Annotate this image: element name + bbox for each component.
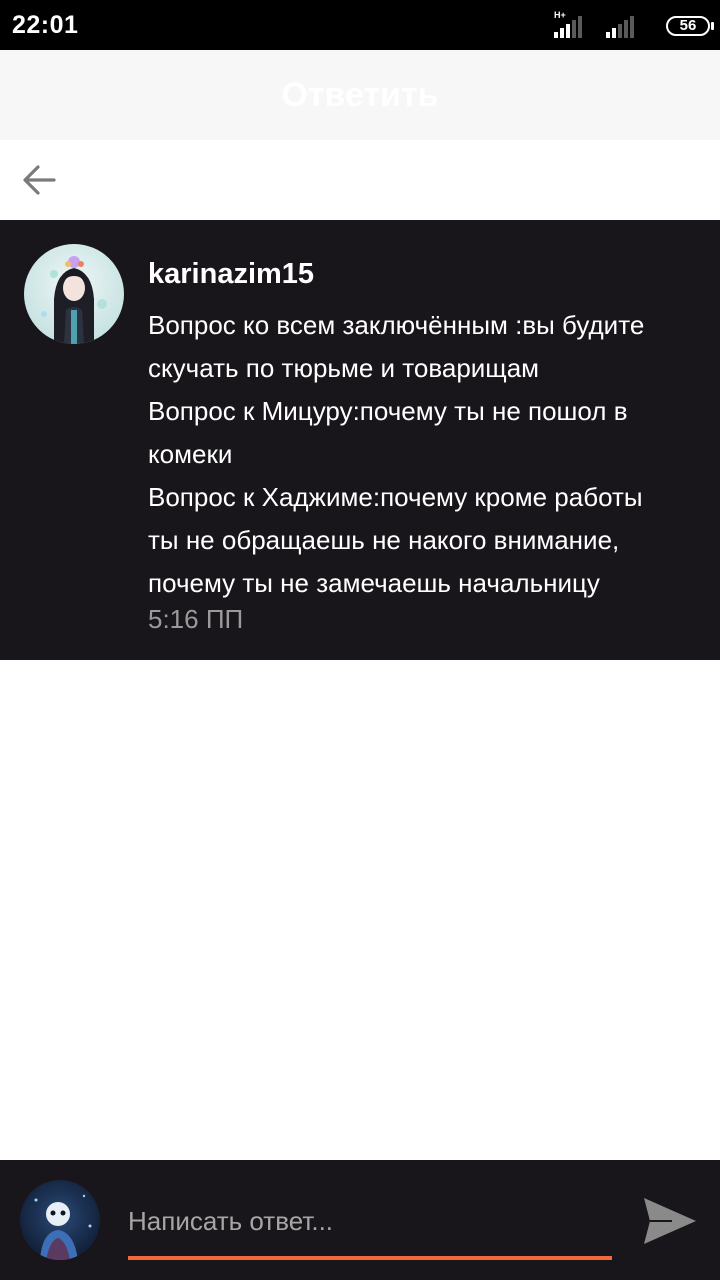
signal-strength-secondary-icon — [604, 14, 644, 38]
status-time: 22:01 — [12, 11, 79, 39]
back-button[interactable] — [16, 158, 62, 202]
status-bar: 22:01 H+ 56 — [0, 0, 720, 50]
send-icon — [644, 1198, 696, 1244]
message-card: karinazim15 Вопрос ко всем заключённым :… — [0, 220, 720, 660]
navigation-row — [0, 140, 720, 220]
message-line: комеки — [148, 439, 233, 469]
message-line: Вопрос к Мицуру:почему ты не пошол в — [148, 396, 628, 426]
message-timestamp: 5:16 ПП — [148, 604, 244, 634]
message-line: скучать по тюрьме и товарищам — [148, 353, 540, 383]
avatar[interactable] — [24, 244, 124, 344]
message-line: Вопрос ко всем заключённым :вы будите — [148, 310, 645, 340]
title-bar: Ответить — [0, 50, 720, 140]
message-line: ты не обращаешь не накого внимание, — [148, 525, 620, 555]
message-line: почему ты не замечаешь начальницу — [148, 568, 600, 598]
reply-input[interactable] — [128, 1198, 612, 1244]
page-title: Ответить — [281, 76, 439, 114]
send-button[interactable] — [638, 1190, 700, 1252]
battery-icon: 56 — [666, 16, 714, 36]
network-type-label: H+ — [554, 10, 566, 20]
input-underline — [128, 1256, 612, 1260]
signal-strength-icon: H+ — [552, 10, 592, 38]
user-avatar-image — [20, 1180, 100, 1260]
arrow-left-icon — [23, 165, 56, 195]
message-body: Вопрос ко всем заключённым :вы будите ск… — [148, 304, 710, 605]
message-author[interactable]: karinazim15 — [148, 258, 314, 291]
avatar — [20, 1180, 100, 1260]
author-avatar-image — [24, 244, 124, 344]
message-line: Вопрос к Хаджиме:почему кроме работы — [148, 482, 643, 512]
reply-bar — [0, 1160, 720, 1280]
